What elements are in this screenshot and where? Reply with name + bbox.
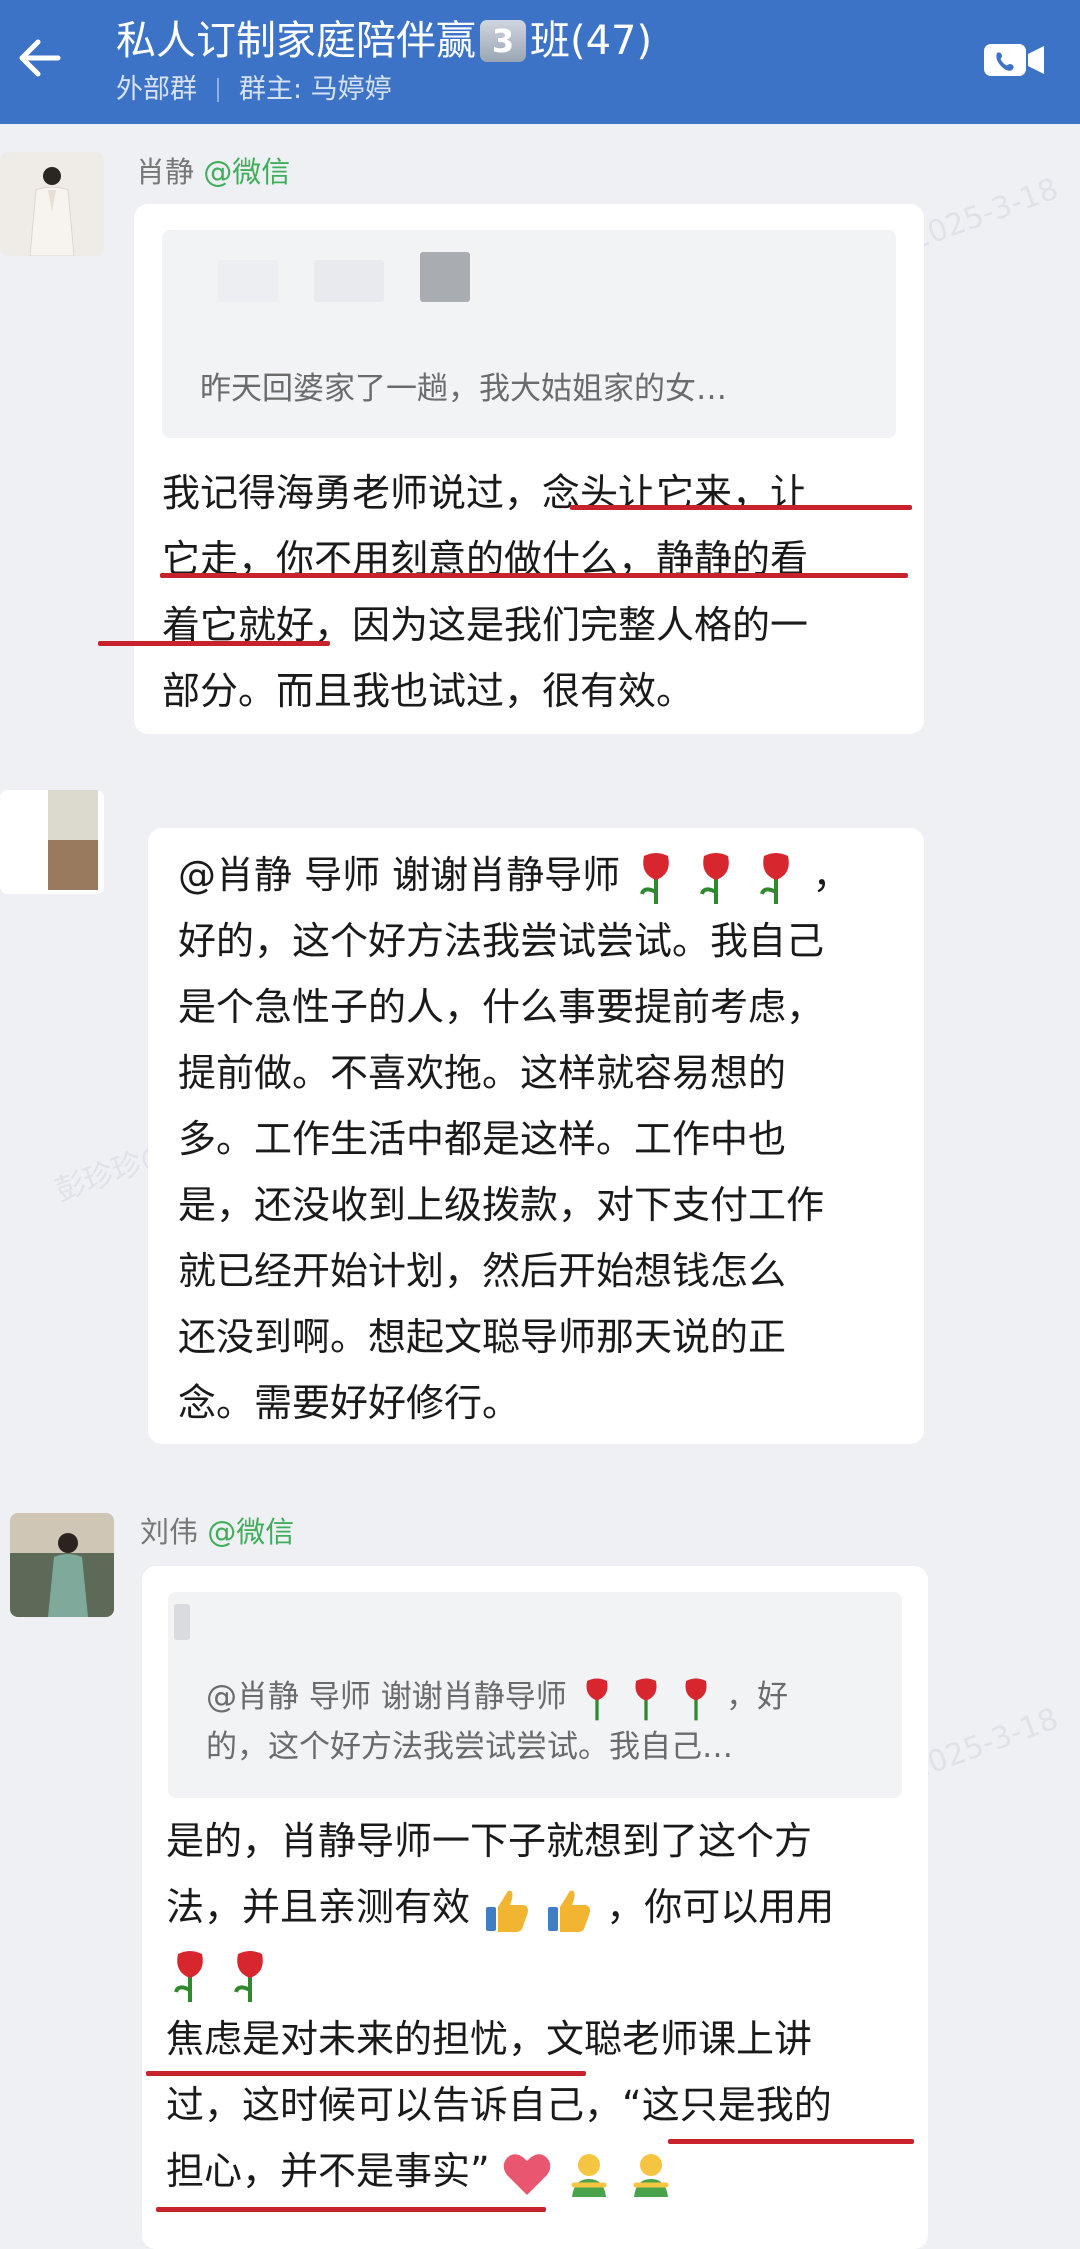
thumbs-up-emoji-icon xyxy=(548,1890,591,1932)
quote-text: 昨天回婆家了一趟，我大姑姐家的女… xyxy=(200,371,727,407)
message-line: 是的，肖静导师一下子就想到了这个方 xyxy=(166,1819,813,1863)
rose-emoji-icon xyxy=(700,852,730,904)
blurred-content xyxy=(174,1604,190,1640)
hug-person-emoji-icon xyxy=(571,2153,607,2197)
quoted-message[interactable]: @肖静 导师 谢谢肖静导师 ，好 的，这个好方法我尝试尝试。我自己… xyxy=(168,1592,902,1798)
blurred-content xyxy=(218,260,278,302)
message-text: 我记得海勇老师说过，念头让它来，让 它走，你不用刻意的做什么，静静的看 着它就好… xyxy=(162,460,808,724)
message-line: 担心，并不是事实” xyxy=(166,2138,834,2204)
message-line: 我记得海勇老师说过，念头让它来，让 xyxy=(162,471,809,515)
avatar[interactable] xyxy=(0,152,104,256)
message-line: 焦虑是对未来的担忧，文聪老师课上讲 xyxy=(166,2017,813,2061)
message-line: 还没到啊。想起文聪导师那天说的正 xyxy=(178,1315,787,1359)
message-line: 就已经开始计划，然后开始想钱怎么 xyxy=(178,1249,787,1293)
highlight-underline xyxy=(146,2071,586,2076)
hug-person-emoji-icon xyxy=(633,2153,669,2197)
mention-text: @肖静 导师 谢谢肖静导师 xyxy=(178,853,621,897)
message-text: @肖静 导师 谢谢肖静导师 ， 好的，这个好方法我尝试尝试。我自己 是个急性子的… xyxy=(178,842,851,1436)
message-line: 过，这时候可以告诉自己，“这只是我的 xyxy=(166,2083,832,2127)
rose-emoji-icon xyxy=(174,1950,203,2002)
highlight-underline xyxy=(160,573,908,578)
highlight-underline xyxy=(98,641,330,646)
message-line: 着它就好，因为这是我们完整人格的一 xyxy=(162,603,809,647)
message-line: 法，并且亲测有效 ，你可以用用 xyxy=(166,1874,834,1940)
heart-emoji-icon xyxy=(503,2153,551,2195)
message-line: 多。工作生活中都是这样。工作中也 xyxy=(178,1117,787,1161)
quoted-message[interactable]: 昨天回婆家了一趟，我大姑姐家的女… xyxy=(162,230,896,438)
group-title-prefix: 私人订制家庭陪伴赢 xyxy=(116,18,476,64)
message-bubble[interactable]: 昨天回婆家了一趟，我大姑姐家的女… 我记得海勇老师说过，念头让它来，让 它走，你… xyxy=(98,204,924,734)
message-line: 念。需要好好修行。 xyxy=(178,1381,521,1425)
group-type-label: 外部群 xyxy=(116,74,197,105)
message-bubble[interactable]: @肖静 导师 谢谢肖静导师 ， 好的，这个好方法我尝试尝试。我自己 是个急性子的… xyxy=(148,828,924,1444)
highlight-underline xyxy=(570,505,912,510)
wechat-tag: @微信 xyxy=(207,1515,295,1549)
rose-emoji-icon xyxy=(685,1677,707,1720)
message-line: 好的，这个好方法我尝试尝试。我自己 xyxy=(178,919,825,963)
chat-header: 私人订制家庭陪伴赢 3 班(47) 外部群 群主: 马婷婷 xyxy=(0,0,1080,124)
rose-emoji-icon xyxy=(234,1950,263,2002)
group-subtitle: 外部群 群主: 马婷婷 xyxy=(116,72,392,108)
message-fragment: 担心，并不是事实” xyxy=(166,2149,490,2193)
message-text: 是的，肖静导师一下子就想到了这个方 法，并且亲测有效 ，你可以用用 焦虑是对未来… xyxy=(166,1808,834,2204)
message-fragment: ，你可以用用 xyxy=(606,1885,835,1929)
avatar[interactable] xyxy=(10,1513,114,1617)
punctuation: ， xyxy=(812,853,851,897)
avatar[interactable] xyxy=(0,790,104,894)
message-fragment: 法，并且亲测有效 xyxy=(166,1885,471,1929)
rose-emoji-icon xyxy=(760,852,790,904)
message-line: 是，还没收到上级拨款，对下支付工作 xyxy=(178,1183,825,1227)
blurred-content xyxy=(314,260,384,302)
group-owner-label: 群主: 马婷婷 xyxy=(239,74,392,105)
keycap-number-badge: 3 xyxy=(480,20,526,62)
sender-label: 肖静 @微信 xyxy=(136,152,290,192)
blurred-content xyxy=(420,252,470,302)
message-line: 部分。而且我也试过，很有效。 xyxy=(162,669,695,713)
video-call-icon[interactable] xyxy=(982,36,1046,84)
sender-name: 肖静 xyxy=(136,155,195,189)
message-line: 它走，你不用刻意的做什么，静静的看 xyxy=(162,537,809,581)
sender-name: 刘伟 xyxy=(140,1515,199,1549)
rose-emoji-icon xyxy=(640,852,670,904)
rose-emoji-icon xyxy=(635,1677,657,1720)
quote-text: @肖静 导师 谢谢肖静导师 xyxy=(206,1679,567,1715)
wechat-tag: @微信 xyxy=(203,155,291,189)
message-line: @肖静 导师 谢谢肖静导师 ， xyxy=(178,842,851,908)
highlight-underline xyxy=(156,2207,546,2212)
quote-line: 的，这个好方法我尝试尝试。我自己… xyxy=(206,1729,733,1765)
thumbs-up-emoji-icon xyxy=(486,1890,529,1932)
highlight-underline xyxy=(668,2139,914,2144)
quote-line: @肖静 导师 谢谢肖静导师 ，好 xyxy=(206,1672,788,1722)
rose-emoji-icon xyxy=(586,1677,608,1720)
message-line: 是个急性子的人，什么事要提前考虑， xyxy=(178,985,825,1029)
quote-text: ，好 xyxy=(726,1679,789,1715)
message-line: 提前做。不喜欢拖。这样就容易想的 xyxy=(178,1051,787,1095)
group-title: 私人订制家庭陪伴赢 3 班(47) xyxy=(116,14,652,68)
message-line xyxy=(166,1940,834,2006)
message-bubble[interactable]: @肖静 导师 谢谢肖静导师 ，好 的，这个好方法我尝试尝试。我自己… 是的，肖静… xyxy=(142,1566,928,2249)
group-title-suffix: 班(47) xyxy=(530,18,653,64)
sender-label: 刘伟 @微信 xyxy=(140,1512,294,1552)
subtitle-divider xyxy=(217,78,219,102)
arrow-left-icon[interactable] xyxy=(14,30,70,86)
